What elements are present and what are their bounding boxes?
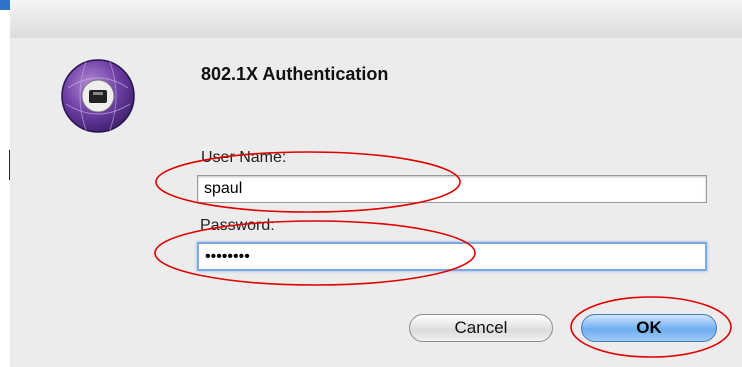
username-label: User Name: xyxy=(201,149,287,166)
title-bar xyxy=(10,0,742,39)
username-field[interactable] xyxy=(197,175,707,203)
password-label: Password: xyxy=(200,217,275,234)
network-ethernet-icon xyxy=(61,59,135,133)
window-corner xyxy=(0,0,10,10)
dialog-title: 802.1X Authentication xyxy=(201,64,389,84)
password-field[interactable] xyxy=(197,242,707,271)
ok-button[interactable]: OK xyxy=(581,314,717,342)
left-edge xyxy=(0,38,10,367)
cancel-button[interactable]: Cancel xyxy=(409,314,553,342)
